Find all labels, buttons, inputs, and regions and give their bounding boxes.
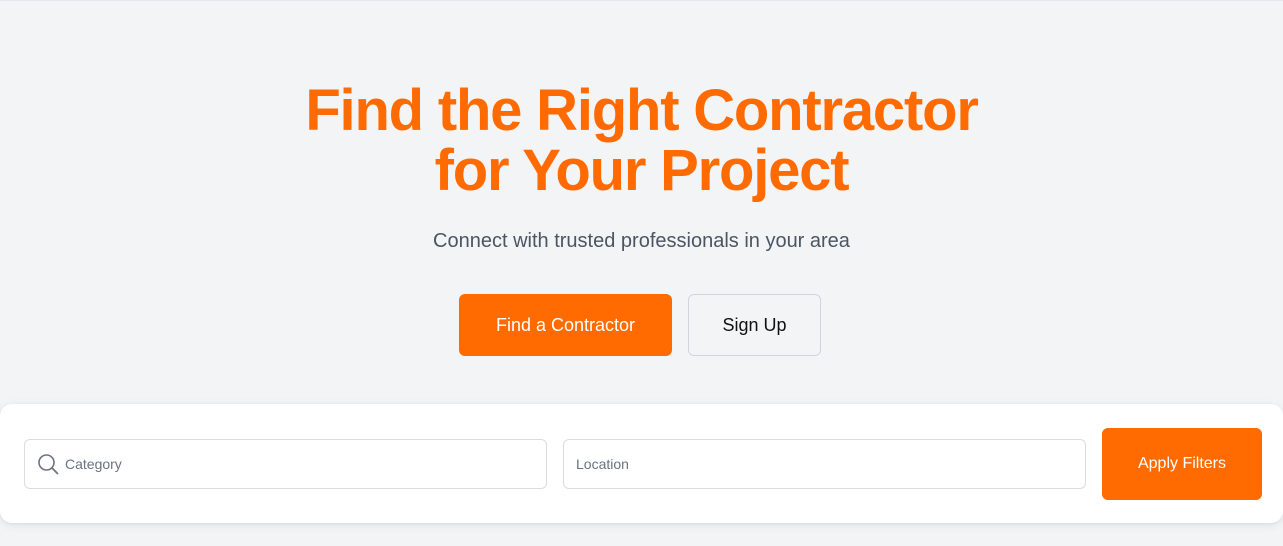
filter-bar: Apply Filters — [0, 404, 1283, 523]
hero-section: Find the Right Contractor for Your Proje… — [0, 1, 1283, 401]
location-field[interactable] — [563, 439, 1086, 489]
hero-title: Find the Right Contractor for Your Proje… — [0, 81, 1283, 201]
sign-up-button[interactable]: Sign Up — [688, 294, 821, 356]
location-input[interactable] — [564, 440, 1085, 488]
category-input[interactable] — [59, 440, 546, 488]
search-icon — [37, 453, 59, 475]
hero-title-line-1: Find the Right Contractor — [305, 78, 979, 143]
find-contractor-button[interactable]: Find a Contractor — [459, 294, 672, 356]
hero-subtitle: Connect with trusted professionals in yo… — [433, 230, 850, 252]
hero-title-line-2: for Your Project — [434, 138, 850, 203]
apply-filters-button[interactable]: Apply Filters — [1102, 428, 1262, 500]
category-field[interactable] — [24, 439, 547, 489]
page: Find the Right Contractor for Your Proje… — [0, 0, 1283, 546]
